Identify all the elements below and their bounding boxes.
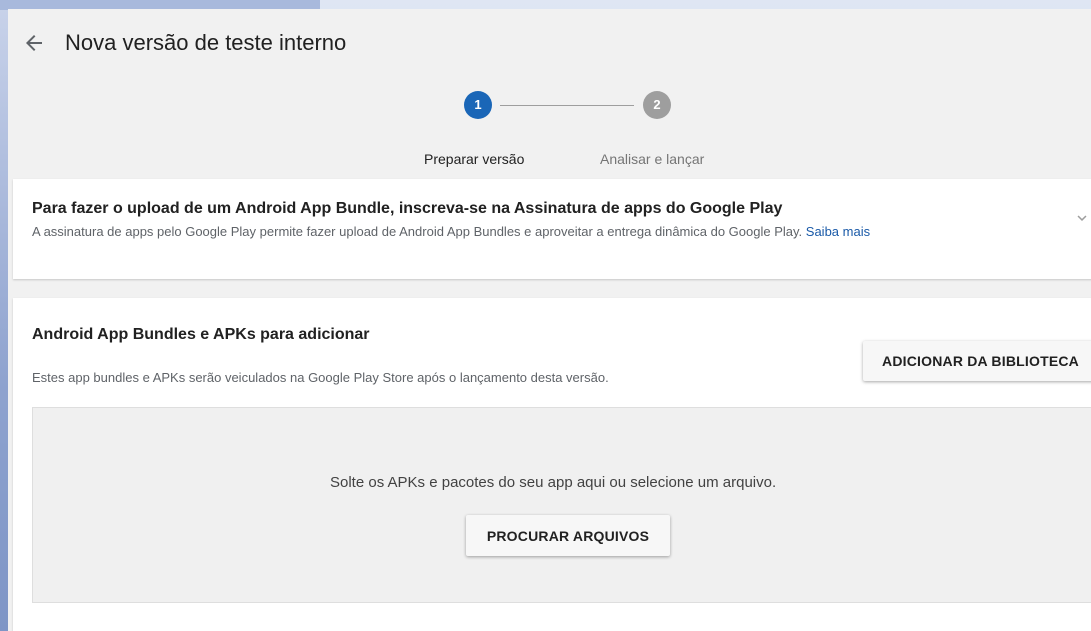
learn-more-link[interactable]: Saiba mais — [806, 224, 870, 239]
app-signing-title: Para fazer o upload de um Android App Bu… — [32, 200, 783, 217]
app-signing-card[interactable]: Para fazer o upload de um Android App Bu… — [13, 179, 1091, 279]
app-signing-description-text: A assinatura de apps pelo Google Play pe… — [32, 224, 803, 239]
add-from-library-button[interactable]: ADICIONAR DA BIBLIOTECA — [863, 341, 1091, 381]
drop-zone-text: Solte os APKs e pacotes do seu app aqui … — [330, 474, 777, 491]
file-drop-zone[interactable]: Solte os APKs e pacotes do seu app aqui … — [32, 407, 1091, 603]
step-2-label: Analisar e lançar — [600, 151, 705, 167]
release-stepper: 1 2 Preparar versão Analisar e lançar — [8, 91, 1091, 167]
release-page: Nova versão de teste interno 1 2 Prepara… — [8, 9, 1091, 631]
step-1-label: Preparar versão — [424, 151, 525, 167]
bundles-apks-card: Android App Bundles e APKs para adiciona… — [13, 298, 1091, 631]
page-title: Nova versão de teste interno — [65, 30, 347, 55]
step-connector — [500, 105, 634, 106]
bundles-apks-description: Estes app bundles e APKs serão veiculado… — [32, 370, 609, 385]
arrow-left-icon[interactable] — [22, 31, 46, 55]
chevron-down-icon[interactable] — [1073, 209, 1091, 227]
app-signing-description: A assinatura de apps pelo Google Play pe… — [32, 224, 870, 239]
browse-files-button[interactable]: PROCURAR ARQUIVOS — [466, 515, 670, 556]
step-2-indicator[interactable]: 2 — [643, 91, 671, 119]
page-header: Nova versão de teste interno — [8, 9, 1091, 79]
step-1-indicator[interactable]: 1 — [464, 91, 492, 119]
bundles-apks-title: Android App Bundles e APKs para adiciona… — [32, 326, 370, 343]
